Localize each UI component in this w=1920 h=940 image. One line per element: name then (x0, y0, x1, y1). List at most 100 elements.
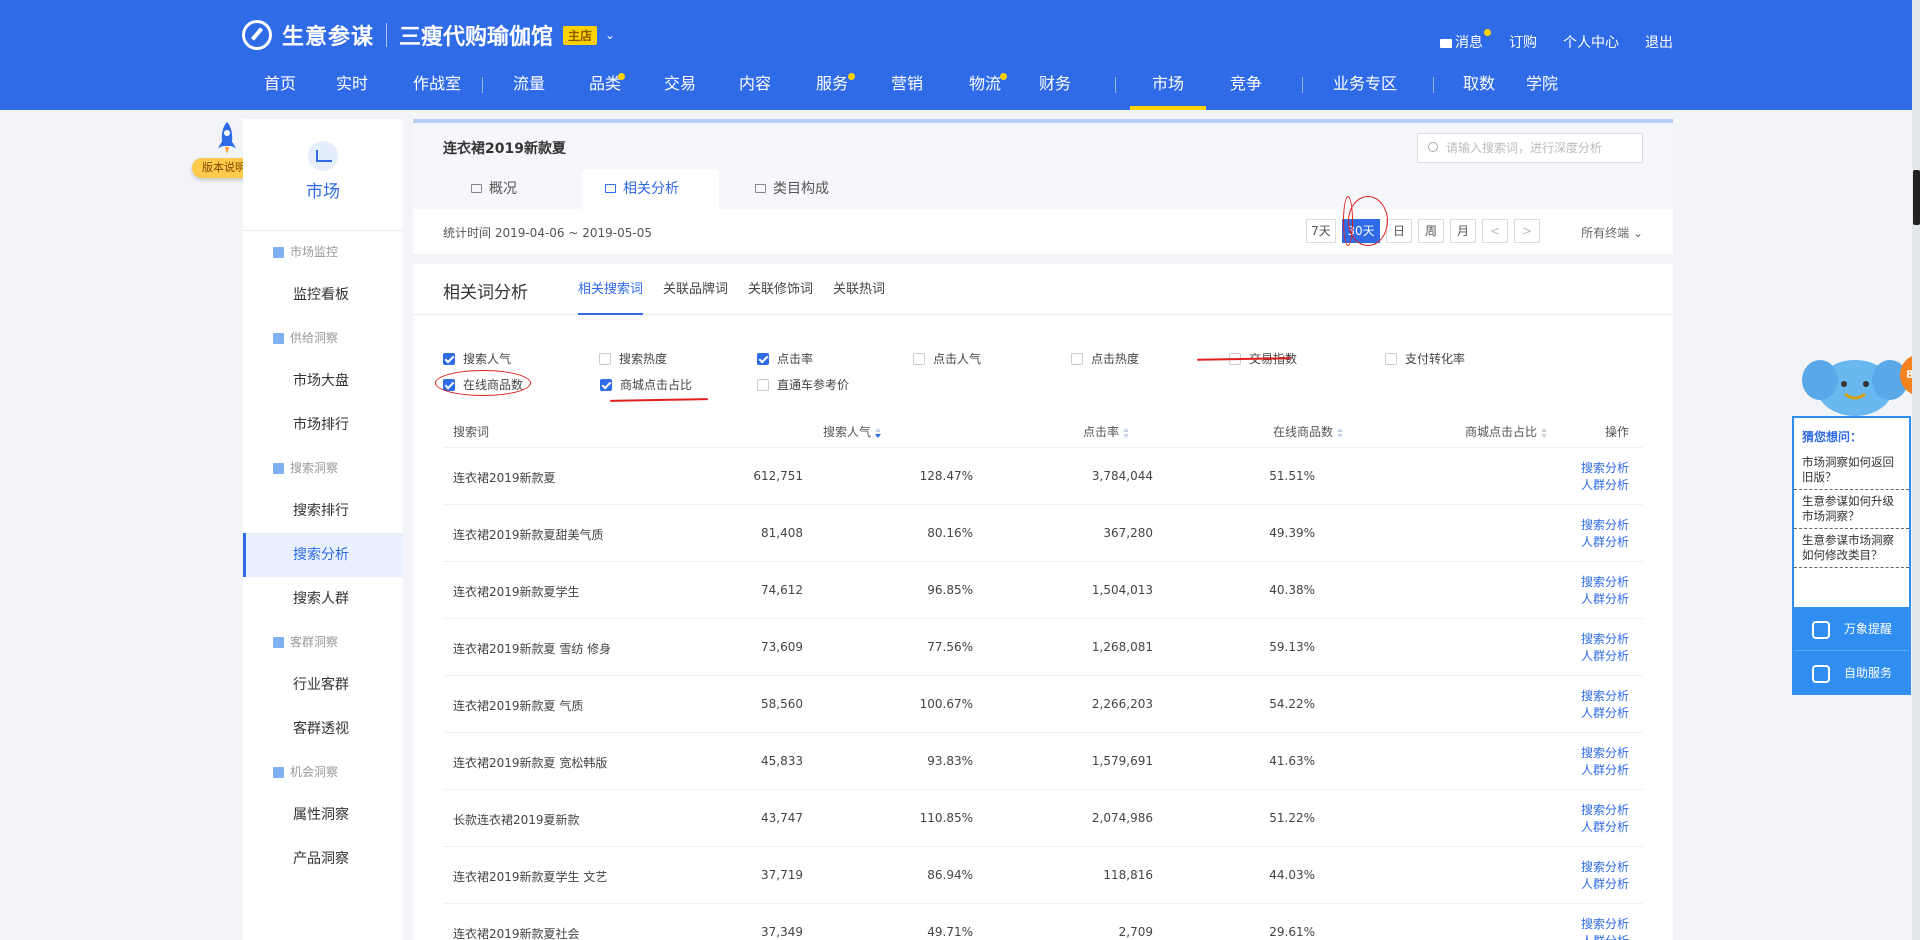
elephant-mascot-icon (1802, 360, 1908, 416)
nav-marketing[interactable]: 营销 (869, 68, 945, 110)
sidebar-item-industry-customers[interactable]: 行业客群 (243, 663, 403, 707)
tab-hot-words[interactable]: 关联热词 (833, 264, 885, 315)
notification-dot (618, 73, 625, 80)
chevron-down-icon[interactable]: ⌄ (605, 28, 615, 42)
search-analysis-link[interactable]: 搜索分析 (1581, 916, 1629, 933)
faq-item[interactable]: 市场洞察如何返回旧版？ (1794, 451, 1909, 490)
tab-related-analysis[interactable]: 相关分析 (581, 169, 719, 209)
tab-modifier-words[interactable]: 关联修饰词 (748, 264, 813, 315)
cell-mall-click-share: 40.38% (1269, 583, 1315, 597)
period-7d-button[interactable]: 7天 (1306, 219, 1336, 243)
crowd-analysis-link[interactable]: 人群分析 (1581, 876, 1629, 893)
sidebar-item-search-analysis[interactable]: 搜索分析 (243, 533, 403, 577)
sidebar-item-monitor-board[interactable]: 监控看板 (243, 273, 403, 317)
cell-click-rate: 128.47% (919, 469, 973, 483)
column-header-mall-click-share[interactable]: 商城点击占比 (1465, 423, 1548, 440)
search-analysis-link[interactable]: 搜索分析 (1581, 517, 1629, 534)
terminal-select[interactable]: 所有终端 ⌄ (1581, 224, 1643, 241)
search-analysis-link[interactable]: 搜索分析 (1581, 802, 1629, 819)
metric-click-rate[interactable]: 点击率 (757, 350, 813, 367)
period-month-button[interactable]: 月 (1450, 219, 1476, 243)
metric-ztc-reference-price[interactable]: 直通车参考价 (757, 376, 849, 393)
sidebar-item-search-crowd[interactable]: 搜索人群 (243, 577, 403, 621)
crowd-analysis-link[interactable]: 人群分析 (1581, 477, 1629, 494)
nav-traffic[interactable]: 流量 (493, 68, 565, 110)
sidebar-item-market-overview[interactable]: 市场大盘 (243, 359, 403, 403)
search-analysis-link[interactable]: 搜索分析 (1581, 631, 1629, 648)
nav-data-fetch[interactable]: 取数 (1444, 68, 1514, 110)
nav-market[interactable]: 市场 (1130, 68, 1206, 110)
scrollbar-thumb[interactable] (1913, 170, 1920, 225)
brand[interactable]: 生意参谋 三瘦代购瑜伽馆 主店 ⌄ (242, 20, 615, 50)
self-service-button[interactable]: 自助服务 (1794, 651, 1909, 695)
crowd-analysis-link[interactable]: 人群分析 (1581, 705, 1629, 722)
nav-content[interactable]: 内容 (715, 68, 795, 110)
sidebar-item-market-ranking[interactable]: 市场排行 (243, 403, 403, 447)
nav-trade[interactable]: 交易 (645, 68, 715, 110)
nav-academy[interactable]: 学院 (1514, 68, 1570, 110)
search-analysis-link[interactable]: 搜索分析 (1581, 574, 1629, 591)
checkbox (600, 378, 612, 391)
period-selector: 7天 30天 日 周 月 < > (1306, 219, 1540, 243)
tab-overview[interactable]: 概况 (471, 169, 561, 209)
nav-realtime[interactable]: 实时 (312, 68, 392, 110)
nav-business-zone[interactable]: 业务专区 (1317, 68, 1413, 110)
sidebar-item-attribute-insight[interactable]: 属性洞察 (243, 793, 403, 837)
subscribe-link[interactable]: 订购 (1509, 32, 1537, 52)
sidebar-group: 搜索洞察 (243, 447, 403, 489)
row-actions: 搜索分析人群分析 (1581, 688, 1629, 722)
search-input[interactable]: 请输入搜索词，进行深度分析 (1417, 133, 1643, 163)
prev-period-button[interactable]: < (1482, 219, 1508, 243)
nav-war-room[interactable]: 作战室 (392, 68, 482, 110)
period-day-button[interactable]: 日 (1386, 219, 1412, 243)
bag-icon (605, 184, 616, 193)
tab-category-composition[interactable]: 类目构成 (755, 169, 865, 209)
search-analysis-link[interactable]: 搜索分析 (1581, 745, 1629, 762)
sidebar-item-customer-insight[interactable]: 客群透视 (243, 707, 403, 751)
faq-item[interactable]: 生意参谋市场洞察如何修改类目？ (1794, 529, 1909, 568)
next-period-button[interactable]: > (1514, 219, 1540, 243)
column-header-search-popularity[interactable]: 搜索人气 (823, 423, 882, 440)
column-header-online-items[interactable]: 在线商品数 (1273, 423, 1344, 440)
metric-mall-click-share[interactable]: 商城点击占比 (600, 376, 692, 393)
metric-click-heat[interactable]: 点击热度 (1071, 350, 1139, 367)
metric-payment-conversion[interactable]: 支付转化率 (1385, 350, 1465, 367)
row-actions: 搜索分析人群分析 (1581, 859, 1629, 893)
crowd-analysis-link[interactable]: 人群分析 (1581, 534, 1629, 551)
sidebar-item-search-ranking[interactable]: 搜索排行 (243, 489, 403, 533)
personal-center-link[interactable]: 个人中心 (1563, 32, 1619, 52)
crowd-analysis-link[interactable]: 人群分析 (1581, 591, 1629, 608)
search-analysis-link[interactable]: 搜索分析 (1581, 460, 1629, 477)
search-analysis-link[interactable]: 搜索分析 (1581, 859, 1629, 876)
nav-home[interactable]: 首页 (248, 68, 312, 110)
messages-link[interactable]: 消息 (1440, 29, 1491, 52)
metric-online-items[interactable]: 在线商品数 (443, 376, 523, 393)
search-analysis-link[interactable]: 搜索分析 (1581, 688, 1629, 705)
sidebar-item-product-insight[interactable]: 产品洞察 (243, 837, 403, 881)
metric-click-popularity[interactable]: 点击人气 (913, 350, 981, 367)
crowd-analysis-link[interactable]: 人群分析 (1581, 819, 1629, 836)
period-week-button[interactable]: 周 (1418, 219, 1444, 243)
cell-mall-click-share: 44.03% (1269, 868, 1315, 882)
period-30d-button[interactable]: 30天 (1342, 219, 1380, 243)
nav-service[interactable]: 服务 (795, 68, 869, 110)
column-header-click-rate[interactable]: 点击率 (1083, 423, 1130, 440)
crowd-analysis-link[interactable]: 人群分析 (1581, 648, 1629, 665)
alert-button[interactable]: 万象提醒 (1794, 607, 1909, 651)
crowd-analysis-link[interactable]: 人群分析 (1581, 762, 1629, 779)
logout-link[interactable]: 退出 (1645, 32, 1673, 52)
faq-item[interactable]: 生意参谋如何升级市场洞察？ (1794, 490, 1909, 529)
nav-finance[interactable]: 财务 (1025, 68, 1085, 110)
checkbox (1071, 352, 1083, 365)
nav-category[interactable]: 品类 (565, 68, 645, 110)
metric-search-heat[interactable]: 搜索热度 (599, 350, 667, 367)
tab-related-search-words[interactable]: 相关搜索词 (578, 264, 644, 315)
tab-brand-words[interactable]: 关联品牌词 (663, 264, 728, 315)
sort-icon (1541, 427, 1548, 438)
page-scrollbar-track[interactable] (1912, 0, 1920, 940)
metric-search-popularity[interactable]: 搜索人气 (443, 350, 511, 367)
nav-competition[interactable]: 竞争 (1206, 68, 1286, 110)
crowd-analysis-link[interactable]: 人群分析 (1581, 933, 1629, 940)
header-links: 消息 订购 个人中心 退出 (1440, 29, 1673, 52)
nav-logistics[interactable]: 物流 (945, 68, 1025, 110)
